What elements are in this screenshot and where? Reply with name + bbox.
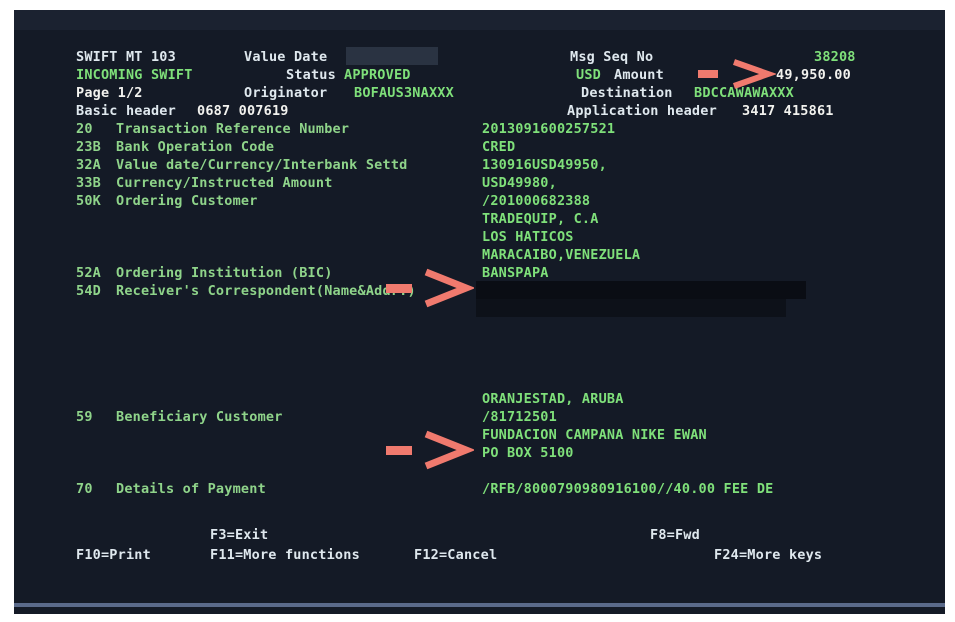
field-70-name: Details of Payment [116, 481, 266, 497]
field-23b-tag: 23B [76, 139, 101, 155]
msg-seq-label: Msg Seq No [570, 49, 654, 65]
value-date-redaction [346, 47, 438, 65]
field-23b-value: CRED [482, 139, 516, 155]
value-date-label: Value Date [244, 49, 328, 65]
field-33b-value: USD49980, [482, 175, 557, 191]
amount-label: Amount [614, 67, 664, 83]
field-59-line-2: FUNDACION CAMPANA NIKE EWAN [482, 427, 707, 443]
amount-value: 49,950.00 [776, 67, 851, 83]
field-20-value: 2013091600257521 [482, 121, 616, 137]
field-33b-name: Currency/Instructed Amount [116, 175, 333, 191]
field-52a-tag: 52A [76, 265, 101, 281]
field-70-tag: 70 [76, 481, 93, 497]
field-54d-name: Receiver's Correspondent(Name&Addr.) [116, 283, 416, 299]
f3-exit-key[interactable]: F3=Exit [210, 527, 268, 543]
field-59-line-3: PO BOX 5100 [482, 445, 574, 461]
field-59-value: /81712501 [482, 409, 557, 425]
f24-more-keys-key[interactable]: F24=More keys [714, 547, 822, 563]
application-header-value: 3417 415861 [742, 103, 834, 119]
field-20-name: Transaction Reference Number [116, 121, 350, 137]
terminal-screen: SWIFT MT 103 Value Date Msg Seq No 38208… [14, 10, 945, 614]
basic-header-value: 0687 007619 [197, 103, 289, 119]
field-54d-line-3: ORANJESTAD, ARUBA [482, 391, 624, 407]
f11-more-functions-key[interactable]: F11=More functions [210, 547, 360, 563]
field-59-name: Beneficiary Customer [116, 409, 283, 425]
redacted-block [476, 281, 806, 299]
field-54d-tag: 54D [76, 283, 101, 299]
field-59-tag: 59 [76, 409, 93, 425]
beneficiary-arrow-icon [386, 430, 474, 470]
field-32a-tag: 32A [76, 157, 101, 173]
originator-value: BOFAUS3NAXXX [354, 85, 454, 101]
field-50k-line-4: MARACAIBO,VENEZUELA [482, 247, 641, 263]
bottom-status-bar [14, 603, 945, 607]
page-indicator: Page 1/2 [76, 85, 143, 101]
field-33b-tag: 33B [76, 175, 101, 191]
field-32a-value: 130916USD49950, [482, 157, 607, 173]
field-20-tag: 20 [76, 121, 93, 137]
basic-header-label: Basic header [76, 103, 176, 119]
f12-cancel-key[interactable]: F12=Cancel [414, 547, 497, 563]
message-type: SWIFT MT 103 [76, 49, 176, 65]
incoming-swift-label: INCOMING SWIFT [76, 67, 193, 83]
amount-arrow-icon [698, 59, 776, 89]
application-header-label: Application header [567, 103, 717, 119]
field-23b-name: Bank Operation Code [116, 139, 275, 155]
field-52a-name: Ordering Institution (BIC) [116, 265, 333, 281]
top-band [14, 10, 945, 30]
field-32a-name: Value date/Currency/Interbank Settd [116, 157, 408, 173]
status-label: Status [286, 67, 336, 83]
f10-print-key[interactable]: F10=Print [76, 547, 151, 563]
field-50k-value: /201000682388 [482, 193, 591, 209]
currency-label: USD [576, 67, 601, 83]
field-50k-name: Ordering Customer [116, 193, 258, 209]
msg-seq-value: 38208 [814, 49, 856, 65]
field-50k-line-2: TRADEQUIP, C.A [482, 211, 599, 227]
field-70-value: /RFB/8000790980916100//40.00 FEE DE [482, 481, 774, 497]
destination-label: Destination [581, 85, 673, 101]
ordering-customer-arrow-icon [386, 268, 474, 308]
field-50k-line-3: LOS HATICOS [482, 229, 574, 245]
redacted-block [476, 299, 786, 317]
field-50k-tag: 50K [76, 193, 101, 209]
f8-forward-key[interactable]: F8=Fwd [650, 527, 700, 543]
originator-label: Originator [244, 85, 328, 101]
field-52a-value: BANSPAPA [482, 265, 549, 281]
status-value: APPROVED [344, 67, 411, 83]
